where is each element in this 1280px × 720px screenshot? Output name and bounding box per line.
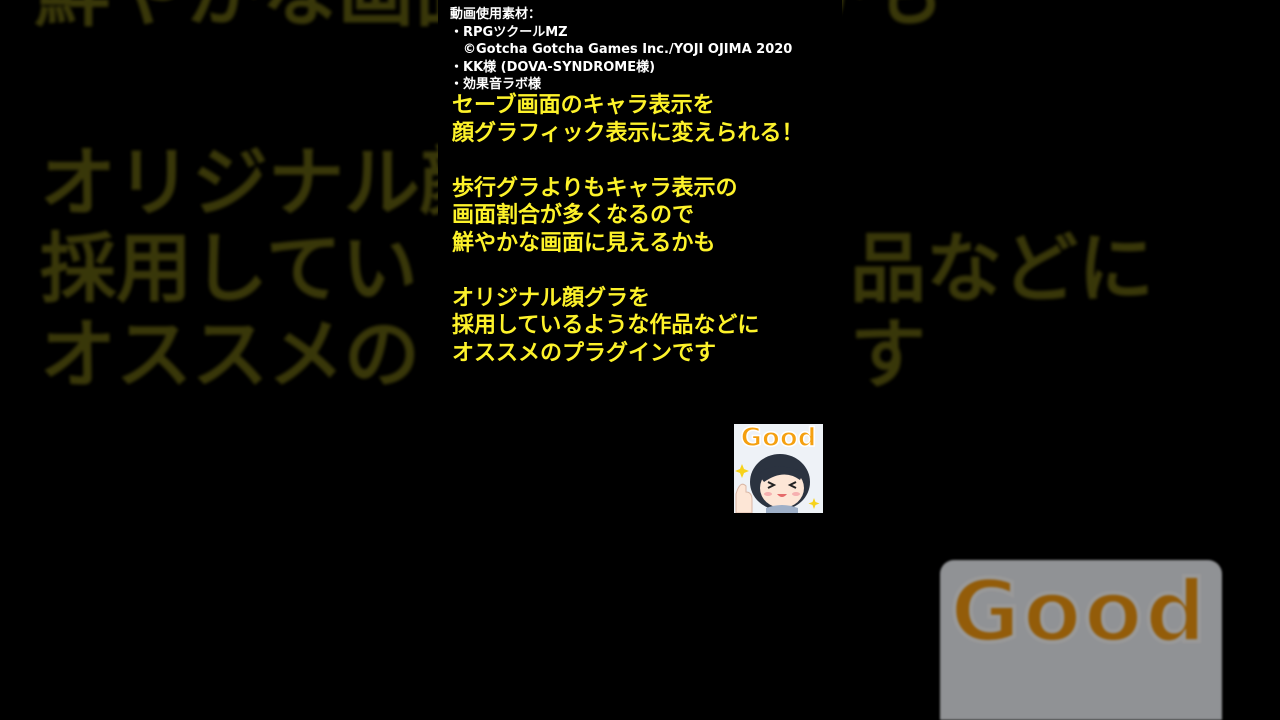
caption-line: 顔グラフィック表示に変えられる！	[452, 120, 804, 146]
caption-line: 鮮やかな画面に見えるかも	[452, 230, 716, 256]
caption-line: 画面割合が多くなるので	[452, 203, 695, 228]
video-frame: 動画使用素材： ・RPGツクールMZ ©Gotcha Gotcha Games …	[438, 0, 842, 720]
good-word: Good	[740, 424, 817, 454]
caption-line: オススメのプラグインです	[452, 340, 717, 366]
credits-item: ・KK様 (DOVA-SYNDROME様)	[450, 59, 656, 75]
bg-line-2: 採用してい	[40, 224, 418, 313]
bg-line-right-1: 品などに	[850, 224, 1154, 313]
credits-block: 動画使用素材： ・RPGツクールMZ ©Gotcha Gotcha Games …	[450, 6, 792, 94]
credits-item: ・効果音ラボ様	[450, 77, 542, 92]
credits-item: ・RPGツクールMZ	[450, 24, 568, 40]
good-sticker: Good	[734, 424, 823, 513]
bg-good-word: Good	[948, 560, 1209, 664]
bg-line-right-2: す	[850, 310, 926, 399]
caption-text: セーブ画面のキャラ表示を 顔グラフィック表示に変えられる！ 歩行グラよりもキャラ…	[452, 92, 804, 367]
caption-line: 歩行グラよりもキャラ表示の	[452, 175, 738, 201]
bg-line-1: オリジナル顔	[40, 138, 496, 227]
caption-line: 採用しているような作品などに	[452, 313, 760, 338]
credits-header: 動画使用素材：	[450, 7, 542, 22]
bg-good-sticker: Good	[940, 560, 1222, 720]
credits-item: ©Gotcha Gotcha Games Inc./YOJI OJIMA 202…	[450, 42, 793, 57]
caption-line: セーブ画面のキャラ表示を	[452, 93, 715, 118]
bg-line-3: オススメの	[40, 310, 420, 399]
caption-line: オリジナル顔グラを	[452, 285, 651, 311]
